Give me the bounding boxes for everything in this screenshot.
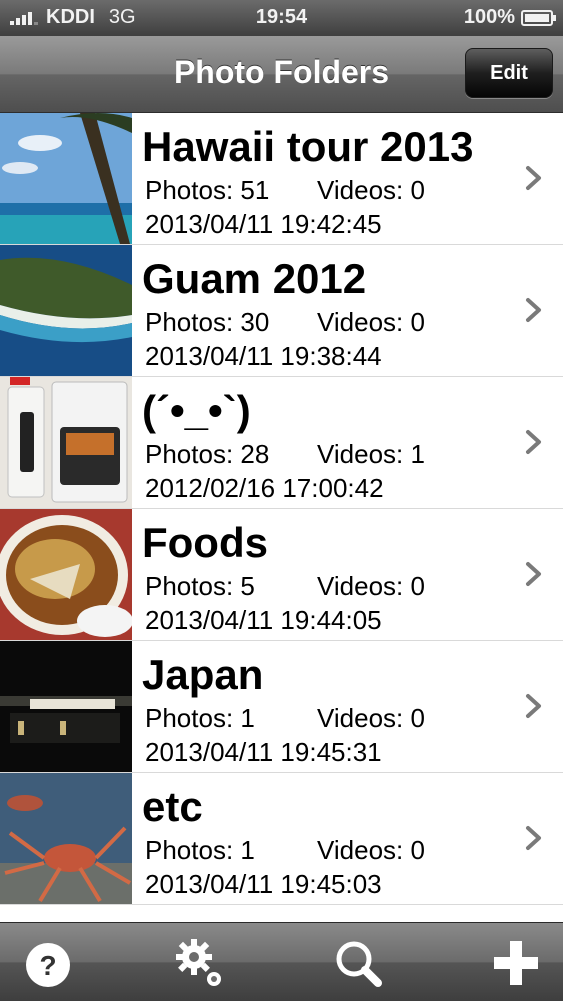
folder-row-guam[interactable]: Guam 2012 Photos: 30 Videos: 0 2013/04/1… <box>0 245 563 377</box>
help-icon: ? <box>26 943 70 987</box>
photo-count: Photos: 28 <box>145 439 270 469</box>
video-count: Videos: 0 <box>317 175 425 205</box>
edit-button[interactable]: Edit <box>465 48 553 98</box>
chevron-right-icon <box>526 826 541 850</box>
folder-date: 2013/04/11 19:44:05 <box>145 605 382 635</box>
folder-title: Hawaii tour 2013 <box>142 123 474 170</box>
folder-thumbnail <box>0 113 132 244</box>
video-count: Videos: 0 <box>317 307 425 337</box>
folder-row-japan[interactable]: Japan Photos: 1 Videos: 0 2013/04/11 19:… <box>0 641 563 773</box>
folder-list: Hawaii tour 2013 Photos: 51 Videos: 0 20… <box>0 113 563 905</box>
folder-date: 2013/04/11 19:42:45 <box>145 209 382 239</box>
video-count: Videos: 0 <box>317 835 425 865</box>
folder-thumbnail <box>0 377 132 508</box>
folder-thumbnail <box>0 773 132 904</box>
folder-date: 2013/04/11 19:45:31 <box>145 737 382 767</box>
chevron-right-icon <box>526 694 541 718</box>
folder-date: 2013/04/11 19:45:03 <box>145 869 382 899</box>
status-right: 100% <box>463 6 556 29</box>
add-button[interactable] <box>488 935 544 991</box>
video-count: Videos: 0 <box>317 703 425 733</box>
folder-title: Japan <box>142 651 264 698</box>
folder-date: 2012/02/16 17:00:42 <box>145 473 384 503</box>
folder-title: (´•_•`) <box>142 387 251 434</box>
battery-percent: 100% <box>463 6 515 28</box>
video-count: Videos: 0 <box>317 571 425 601</box>
settings-button[interactable] <box>172 935 228 991</box>
svg-text:?: ? <box>39 950 56 981</box>
search-button[interactable] <box>330 935 386 991</box>
folder-row-emoticon[interactable]: (´•_•`) Photos: 28 Videos: 1 2012/02/16 … <box>0 377 563 509</box>
photo-count: Photos: 5 <box>145 571 255 601</box>
add-icon <box>494 941 538 985</box>
battery-icon <box>521 9 556 26</box>
chevron-right-icon <box>526 166 541 190</box>
bottom-toolbar: ? <box>0 922 563 1001</box>
navigation-bar: Photo Folders Edit <box>0 36 563 113</box>
chevron-right-icon <box>526 430 541 454</box>
folder-row-foods[interactable]: Foods Photos: 5 Videos: 0 2013/04/11 19:… <box>0 509 563 641</box>
photo-count: Photos: 51 <box>145 175 270 205</box>
folder-thumbnail <box>0 245 132 376</box>
settings-icon <box>176 939 221 986</box>
photo-count: Photos: 1 <box>145 703 255 733</box>
photo-count: Photos: 30 <box>145 307 270 337</box>
folder-date: 2013/04/11 19:38:44 <box>145 341 382 371</box>
help-button[interactable]: ? <box>22 935 78 991</box>
folder-row-hawaii[interactable]: Hawaii tour 2013 Photos: 51 Videos: 0 20… <box>0 113 563 245</box>
photo-count: Photos: 1 <box>145 835 255 865</box>
search-icon <box>336 941 382 987</box>
chevron-right-icon <box>526 562 541 586</box>
video-count: Videos: 1 <box>317 439 425 469</box>
folder-title: Foods <box>142 519 268 566</box>
status-bar: KDDI 3G 19:54 100% <box>0 0 563 36</box>
folder-title: etc <box>142 783 203 830</box>
folder-title: Guam 2012 <box>142 255 367 302</box>
folder-row-etc[interactable]: etc Photos: 1 Videos: 0 2013/04/11 19:45… <box>0 773 563 905</box>
folder-thumbnail <box>0 641 132 772</box>
folder-thumbnail <box>0 509 132 640</box>
chevron-right-icon <box>526 298 541 322</box>
